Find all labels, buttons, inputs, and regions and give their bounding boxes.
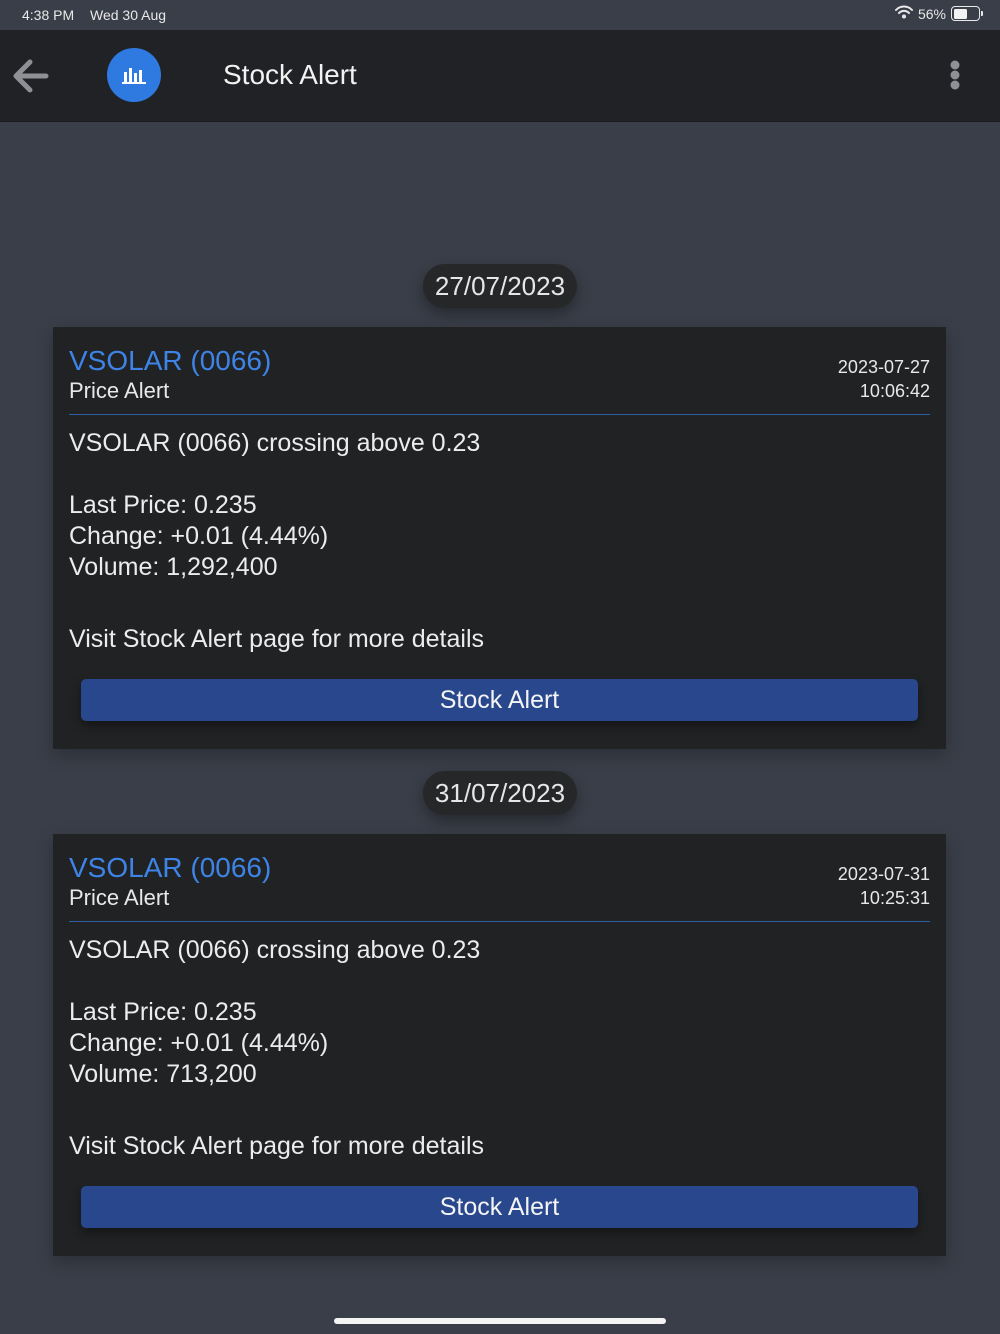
- battery-icon: [951, 6, 983, 21]
- status-right: 56%: [894, 5, 983, 22]
- status-bar: 4:38 PM Wed 30 Aug 56%: [0, 0, 1000, 30]
- stock-symbol[interactable]: VSOLAR (0066): [69, 345, 271, 377]
- alert-message: VSOLAR (0066) crossing above 0.23: [69, 936, 481, 964]
- alert-time: 10:06:42: [859, 381, 930, 401]
- price-change: Change: +0.01 (4.44%): [69, 1029, 329, 1057]
- wifi-icon: [894, 5, 913, 22]
- volume: Volume: 1,292,400: [69, 553, 278, 581]
- alert-card: VSOLAR (0066) Price Alert 2023-07-27 10:…: [53, 327, 946, 749]
- navigation-bar: Stock Alert: [0, 30, 1000, 122]
- price-change: Change: +0.01 (4.44%): [69, 522, 329, 550]
- alert-date: 2023-07-31: [837, 864, 930, 884]
- last-price: Last Price: 0.235: [69, 491, 257, 519]
- volume: Volume: 713,200: [69, 1060, 257, 1088]
- status-time: 4:38 PM: [22, 7, 75, 23]
- status-date: Wed 30 Aug: [90, 7, 167, 23]
- alert-metrics: Last Price: 0.235 Change: +0.01 (4.44%) …: [69, 997, 328, 1090]
- chart-bars-icon: [122, 68, 146, 84]
- alert-card: VSOLAR (0066) Price Alert 2023-07-31 10:…: [53, 834, 946, 1256]
- alert-date: 2023-07-27: [837, 357, 930, 377]
- stock-symbol[interactable]: VSOLAR (0066): [69, 852, 271, 884]
- visit-note: Visit Stock Alert page for more details: [69, 625, 485, 653]
- visit-note: Visit Stock Alert page for more details: [69, 1132, 485, 1160]
- back-arrow-icon: [13, 59, 49, 93]
- divider: [69, 414, 930, 415]
- battery-fill: [953, 8, 967, 19]
- alert-metrics: Last Price: 0.235 Change: +0.01 (4.44%) …: [69, 490, 328, 583]
- page-title: Stock Alert: [223, 59, 357, 90]
- app-logo: [107, 48, 161, 102]
- more-options-button[interactable]: [940, 58, 970, 94]
- date-chip: 31/07/2023: [422, 771, 578, 815]
- more-vertical-icon: [950, 60, 960, 90]
- back-button[interactable]: [10, 56, 52, 96]
- stock-alert-button[interactable]: Stock Alert: [81, 1186, 918, 1228]
- last-price: Last Price: 0.235: [69, 998, 257, 1026]
- alert-type: Price Alert: [69, 885, 170, 910]
- date-chip: 27/07/2023: [422, 264, 578, 308]
- home-indicator[interactable]: [334, 1318, 666, 1324]
- battery-percent: 56%: [917, 5, 946, 22]
- alert-message: VSOLAR (0066) crossing above 0.23: [69, 429, 481, 457]
- divider: [69, 921, 930, 922]
- alert-type: Price Alert: [69, 378, 170, 403]
- stock-alert-button[interactable]: Stock Alert: [81, 679, 918, 721]
- alert-timestamp: 2023-07-31 10:25:31: [838, 862, 930, 910]
- alert-timestamp: 2023-07-27 10:06:42: [838, 355, 930, 403]
- alert-time: 10:25:31: [859, 888, 930, 908]
